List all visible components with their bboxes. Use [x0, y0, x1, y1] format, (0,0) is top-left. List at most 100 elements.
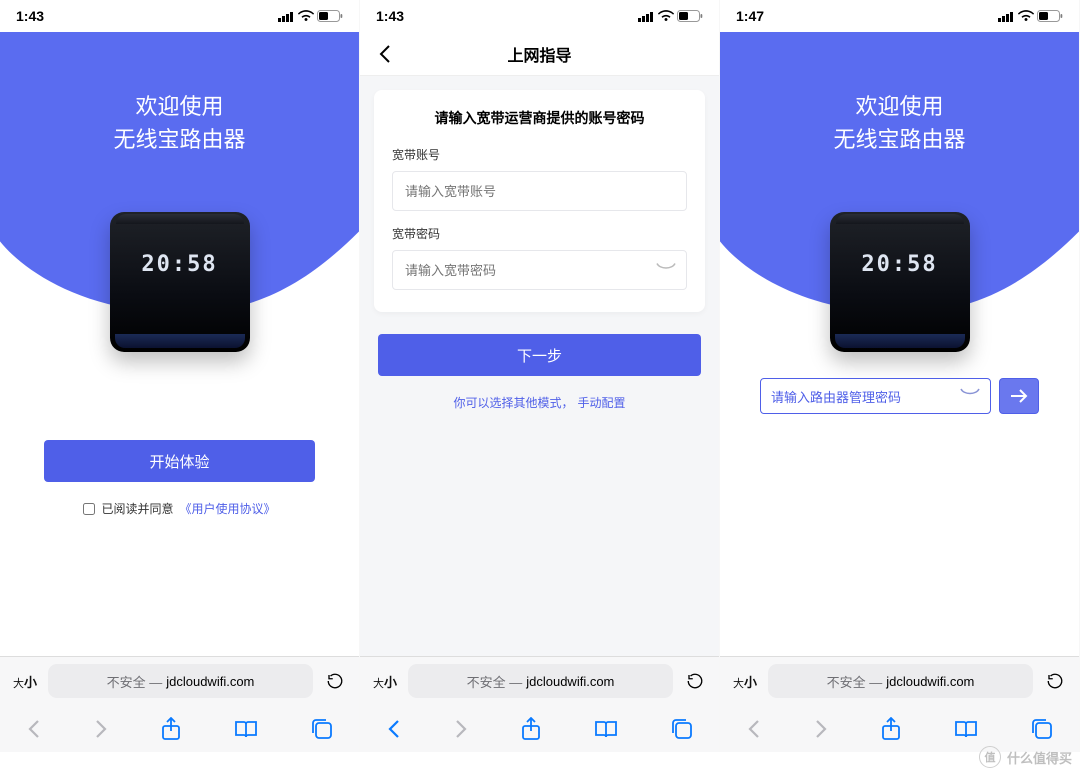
phone-screen-1: 1:43 欢迎使用 无线宝路由器 20:58 开始体验 已阅读并同意	[0, 0, 360, 752]
signal-icon	[278, 11, 295, 22]
forward-button[interactable]	[814, 719, 828, 739]
text-size-button[interactable]: 大小	[730, 672, 760, 691]
status-time: 1:43	[376, 8, 404, 24]
status-indicators	[638, 10, 703, 22]
password-input-field[interactable]	[405, 263, 674, 278]
watermark-badge: 值	[979, 746, 1001, 768]
back-button[interactable]	[747, 719, 761, 739]
router-password-input[interactable]: 请输入路由器管理密码	[760, 378, 991, 414]
hero: 欢迎使用 无线宝路由器 20:58	[720, 32, 1079, 332]
share-button[interactable]	[521, 717, 541, 741]
insecure-label: 不安全 —	[827, 672, 883, 691]
device-clock: 20:58	[861, 252, 937, 277]
card-title: 请输入宽带运营商提供的账号密码	[392, 108, 687, 128]
wifi-icon	[1018, 10, 1034, 22]
status-indicators	[278, 10, 343, 22]
safari-chrome: 大小 不安全 — jdcloudwifi.com	[0, 656, 359, 752]
hero-title: 欢迎使用 无线宝路由器	[0, 90, 359, 156]
reload-button[interactable]	[321, 672, 349, 690]
hero-title-line2: 无线宝路由器	[0, 123, 359, 156]
address-bar[interactable]: 不安全 — jdcloudwifi.com	[408, 664, 673, 698]
watermark-text: 什么值得买	[1007, 748, 1072, 767]
tabs-button[interactable]	[671, 718, 693, 740]
wifi-icon	[298, 10, 314, 22]
text-size-button[interactable]: 大小	[370, 672, 400, 691]
router-device-image: 20:58	[825, 202, 975, 362]
signal-icon	[638, 11, 655, 22]
safari-toolbar	[720, 705, 1079, 752]
agreement-link[interactable]: 《用户使用协议》	[180, 500, 276, 517]
router-password-row: 请输入路由器管理密码	[760, 378, 1039, 414]
account-input-field[interactable]	[405, 184, 674, 199]
account-label: 宽带账号	[392, 146, 687, 163]
wifi-icon	[658, 10, 674, 22]
hero-title-line2: 无线宝路由器	[720, 123, 1079, 156]
page-header: 上网指导	[360, 32, 719, 76]
eye-icon[interactable]	[960, 387, 980, 405]
status-time: 1:43	[16, 8, 44, 24]
text-size-button[interactable]: 大小	[10, 672, 40, 691]
start-button-label: 开始体验	[149, 451, 209, 472]
battery-icon	[677, 10, 703, 22]
url-domain: jdcloudwifi.com	[526, 674, 614, 689]
bookmarks-button[interactable]	[954, 719, 978, 739]
status-bar: 1:43	[0, 0, 359, 32]
start-button[interactable]: 开始体验	[44, 440, 315, 482]
next-button-label: 下一步	[517, 345, 562, 366]
reload-button[interactable]	[681, 672, 709, 690]
share-button[interactable]	[881, 717, 901, 741]
mode-hint: 你可以选择其他模式，手动配置	[378, 394, 701, 411]
bookmarks-button[interactable]	[594, 719, 618, 739]
battery-icon	[317, 10, 343, 22]
router-password-placeholder: 请输入路由器管理密码	[771, 387, 960, 406]
phone-screen-3: 1:47 欢迎使用 无线宝路由器 20:58 请输入路由器管理密码	[720, 0, 1080, 752]
insecure-label: 不安全 —	[467, 672, 523, 691]
device-clock: 20:58	[141, 252, 217, 277]
manual-config-link[interactable]: 手动配置	[578, 396, 626, 410]
insecure-label: 不安全 —	[107, 672, 163, 691]
submit-arrow-button[interactable]	[999, 378, 1039, 414]
account-input[interactable]	[392, 171, 687, 211]
safari-toolbar	[360, 705, 719, 752]
next-button[interactable]: 下一步	[378, 334, 701, 376]
hero-title-line1: 欢迎使用	[720, 90, 1079, 123]
password-input[interactable]	[392, 250, 687, 290]
password-label: 宽带密码	[392, 225, 687, 242]
eye-icon[interactable]	[656, 263, 676, 278]
hero: 欢迎使用 无线宝路由器 20:58	[0, 32, 359, 332]
status-bar: 1:43	[360, 0, 719, 32]
phone-screen-2: 1:43 上网指导 请输入宽带运营商提供的账号密码 宽带账号 宽带密码	[360, 0, 720, 752]
status-indicators	[998, 10, 1063, 22]
status-time: 1:47	[736, 8, 764, 24]
agreement-row: 已阅读并同意 《用户使用协议》	[44, 500, 315, 517]
tabs-button[interactable]	[311, 718, 333, 740]
safari-chrome: 大小 不安全 — jdcloudwifi.com	[360, 656, 719, 752]
safari-toolbar	[0, 705, 359, 752]
tabs-button[interactable]	[1031, 718, 1053, 740]
bookmarks-button[interactable]	[234, 719, 258, 739]
back-button[interactable]	[27, 719, 41, 739]
url-domain: jdcloudwifi.com	[166, 674, 254, 689]
safari-chrome: 大小 不安全 — jdcloudwifi.com	[720, 656, 1079, 752]
hero-title: 欢迎使用 无线宝路由器	[720, 90, 1079, 156]
credentials-card: 请输入宽带运营商提供的账号密码 宽带账号 宽带密码	[374, 90, 705, 312]
agreement-checkbox[interactable]	[83, 503, 95, 515]
agreement-prefix: 已阅读并同意	[101, 500, 173, 517]
forward-button[interactable]	[454, 719, 468, 739]
url-domain: jdcloudwifi.com	[886, 674, 974, 689]
battery-icon	[1037, 10, 1063, 22]
hero-title-line1: 欢迎使用	[0, 90, 359, 123]
forward-button[interactable]	[94, 719, 108, 739]
status-bar: 1:47	[720, 0, 1079, 32]
setup-body: 请输入宽带运营商提供的账号密码 宽带账号 宽带密码 下一步 你可以选择其他模式，…	[360, 76, 719, 656]
router-device-image: 20:58	[105, 202, 255, 362]
back-icon[interactable]	[370, 32, 400, 75]
reload-button[interactable]	[1041, 672, 1069, 690]
share-button[interactable]	[161, 717, 181, 741]
back-button[interactable]	[387, 719, 401, 739]
address-bar[interactable]: 不安全 — jdcloudwifi.com	[48, 664, 313, 698]
address-bar[interactable]: 不安全 — jdcloudwifi.com	[768, 664, 1033, 698]
signal-icon	[998, 11, 1015, 22]
page-title: 上网指导	[507, 42, 571, 66]
watermark: 值 什么值得买	[979, 746, 1072, 768]
